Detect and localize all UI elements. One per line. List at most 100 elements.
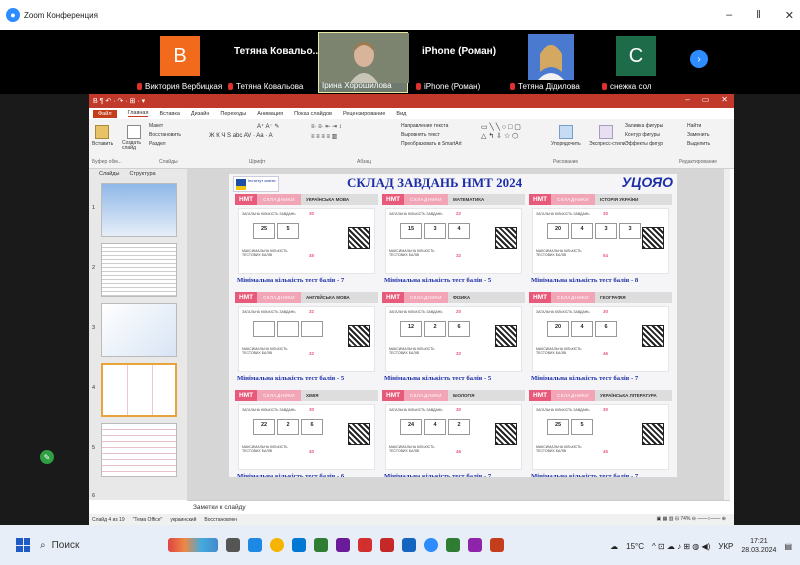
app-icon[interactable] bbox=[358, 538, 372, 552]
sklad-label: СКЛАДНИКИ bbox=[551, 390, 595, 401]
reset-button[interactable]: Восстановить bbox=[149, 132, 181, 138]
zoom-icon[interactable] bbox=[424, 538, 438, 552]
font-size-buttons[interactable]: A⁺ A⁻ ✎ bbox=[257, 123, 279, 130]
arrange-icon[interactable] bbox=[559, 125, 573, 139]
group-editing-label: Редактирование bbox=[679, 159, 718, 165]
powerpoint-icon[interactable] bbox=[490, 538, 504, 552]
powerpoint-window: В ¶ ↶ · ↷ · ⊞ · ▾ – ▭ ✕ Файл Главная Вст… bbox=[89, 94, 734, 525]
qr-code-icon bbox=[495, 423, 517, 445]
shape-effects-button[interactable]: Эффекты фигур bbox=[625, 141, 663, 147]
shapes-gallery[interactable]: ▭ ╲ ╲ ○ □ ▢ bbox=[481, 123, 521, 131]
notifications-icon[interactable]: ▤ bbox=[784, 542, 792, 551]
excel-icon[interactable] bbox=[446, 538, 460, 552]
restore-button[interactable]: ǁ bbox=[756, 9, 761, 22]
participant-tile[interactable]: Тетяна Ковальо... Тетяна Ковальова bbox=[226, 32, 321, 93]
quick-access-toolbar[interactable]: В ¶ ↶ · ↷ · ⊞ · ▾ bbox=[93, 97, 145, 105]
participant-tile[interactable]: С снежка сол bbox=[600, 32, 686, 93]
notes-field[interactable]: Заметки к слайду bbox=[187, 500, 730, 514]
shape-fill-button[interactable]: Заливка фигуры bbox=[625, 123, 663, 129]
tab-slideshow[interactable]: Показ слайдов bbox=[294, 111, 332, 117]
max-label: МАКСИМАЛЬНА КІЛЬКІСТЬ ТЕСТОВИХ БАЛІВ bbox=[242, 249, 288, 257]
layout-button[interactable]: Макет bbox=[149, 123, 163, 129]
word-icon[interactable] bbox=[402, 538, 416, 552]
participant-video bbox=[319, 33, 409, 83]
tab-outline[interactable]: Структура bbox=[129, 171, 155, 177]
weather-icon[interactable]: ☁ bbox=[610, 542, 618, 551]
annotate-pencil-icon[interactable]: ✎ bbox=[40, 450, 54, 464]
shape-outline-button[interactable]: Контур фигуры bbox=[625, 132, 660, 138]
arrange-button[interactable]: Упорядочить bbox=[551, 141, 581, 147]
windows-start-icon[interactable] bbox=[16, 538, 30, 552]
tab-view[interactable]: Вид bbox=[396, 111, 406, 117]
new-slide-button[interactable]: Создать слайд bbox=[122, 141, 146, 151]
weather-temp[interactable]: 15°C bbox=[626, 542, 644, 551]
paste-icon[interactable] bbox=[95, 125, 109, 139]
store-icon[interactable] bbox=[314, 538, 328, 552]
tab-design[interactable]: Дизайн bbox=[191, 111, 210, 117]
find-button[interactable]: Найти bbox=[687, 123, 701, 129]
vertical-scrollbar[interactable] bbox=[724, 169, 730, 500]
align-text-button[interactable]: Выровнять текст bbox=[401, 132, 440, 138]
task-count-box: 6 bbox=[448, 321, 470, 337]
tab-file[interactable]: Файл bbox=[93, 109, 117, 118]
slide-thumbnail[interactable] bbox=[101, 243, 177, 297]
section-button[interactable]: Раздел bbox=[149, 141, 166, 147]
tab-slides[interactable]: Слайды bbox=[99, 171, 119, 177]
language[interactable]: украинский bbox=[170, 517, 196, 523]
tab-home[interactable]: Главная bbox=[127, 110, 149, 117]
slide-thumbnail[interactable] bbox=[101, 423, 177, 477]
shapes-gallery-row2[interactable]: △ ↰ ⇩ ☆ ⬡ bbox=[481, 132, 518, 140]
task-count-box: 25 bbox=[547, 419, 569, 435]
slide-thumbnail[interactable] bbox=[101, 183, 177, 237]
align-buttons[interactable]: ≡ ≡ ≡ ≡ ▥ bbox=[311, 133, 337, 140]
quick-styles-icon[interactable] bbox=[599, 125, 613, 139]
total-label: ЗАГАЛЬНА КІЛЬКІСТЬ ЗАВДАНЬ bbox=[536, 408, 590, 412]
ppt-minimize-button[interactable]: – bbox=[685, 95, 689, 104]
task-boxes: 15 3 4 bbox=[400, 223, 470, 239]
app-icon[interactable] bbox=[336, 538, 350, 552]
zoom-control[interactable]: ▣ ▦ ▥ ⊟ 74% ⊖ ——○—— ⊕ bbox=[656, 516, 726, 522]
next-page-button[interactable]: › bbox=[690, 50, 708, 68]
qr-code-icon bbox=[642, 325, 664, 347]
smartart-button[interactable]: Преобразовать в SmartArt bbox=[401, 141, 462, 147]
minimize-button[interactable]: – bbox=[726, 9, 732, 22]
close-button[interactable]: ✕ bbox=[785, 9, 794, 22]
taskbar-search[interactable]: ⌕ Поиск bbox=[40, 533, 160, 557]
text-direction-button[interactable]: Направление текста bbox=[401, 123, 448, 129]
tab-animation[interactable]: Анимация bbox=[257, 111, 283, 117]
tab-transitions[interactable]: Переходы bbox=[220, 111, 246, 117]
slide-thumbnail[interactable] bbox=[101, 303, 177, 357]
participant-tile[interactable]: Тетяна Дідилова bbox=[508, 32, 594, 93]
mail-icon[interactable] bbox=[292, 538, 306, 552]
slide-canvas[interactable]: Інститут освіти СКЛАД ЗАВДАНЬ НМТ 2024 У… bbox=[229, 174, 677, 477]
replace-button[interactable]: Заменить bbox=[687, 132, 709, 138]
pdf-icon[interactable] bbox=[380, 538, 394, 552]
participant-tile[interactable]: В Виктория Вербицкая bbox=[135, 32, 222, 93]
new-slide-icon[interactable] bbox=[127, 125, 141, 139]
tab-insert[interactable]: Вставка bbox=[159, 111, 179, 117]
select-button[interactable]: Выделить bbox=[687, 141, 710, 147]
font-format-buttons[interactable]: Ж К Ч S abc AV · Aa · A bbox=[209, 133, 273, 139]
ppt-close-button[interactable]: ✕ bbox=[721, 95, 728, 104]
app-icon[interactable] bbox=[468, 538, 482, 552]
quick-styles-button[interactable]: Экспресс-стили bbox=[589, 141, 626, 147]
max-value: 32 bbox=[456, 253, 462, 258]
ppt-restore-button[interactable]: ▭ bbox=[702, 95, 710, 104]
tab-review[interactable]: Рецензирование bbox=[343, 111, 385, 117]
nmt-header: НМТ СКЛАДНИКИ ГЕОГРАФІЯ bbox=[529, 292, 672, 303]
language-indicator[interactable]: УКР bbox=[718, 542, 733, 551]
qr-code-icon bbox=[348, 423, 370, 445]
nmt-header: НМТ СКЛАДНИКИ УКРАЇНСЬКА ЛІТЕРАТУРА bbox=[529, 390, 672, 401]
explorer-icon[interactable] bbox=[248, 538, 262, 552]
clock[interactable]: 17:21 28.03.2024 bbox=[741, 537, 776, 555]
participant-tile[interactable]: iPhone (Роман) iPhone (Роман) bbox=[414, 32, 504, 93]
chrome-icon[interactable] bbox=[270, 538, 284, 552]
list-buttons[interactable]: ≡· ≡· ⇤ ⇥ ↕ bbox=[311, 123, 342, 130]
task-view-icon[interactable] bbox=[226, 538, 240, 552]
participant-tile-active[interactable]: Ірина Хорошилова bbox=[318, 32, 409, 93]
tray-icons[interactable]: ^ ⊡ ☁ ♪ ⊞ ◍ ◀) bbox=[652, 542, 710, 551]
participant-name: Тетяна Дідилова bbox=[508, 82, 580, 91]
slide-thumbnail-selected[interactable] bbox=[101, 363, 177, 417]
paste-button[interactable]: Вставить bbox=[92, 141, 113, 147]
subject-card: НМТ СКЛАДНИКИ АНГЛІЙСЬКА МОВА ЗАГАЛЬНА КІЛЬ… bbox=[235, 292, 378, 388]
